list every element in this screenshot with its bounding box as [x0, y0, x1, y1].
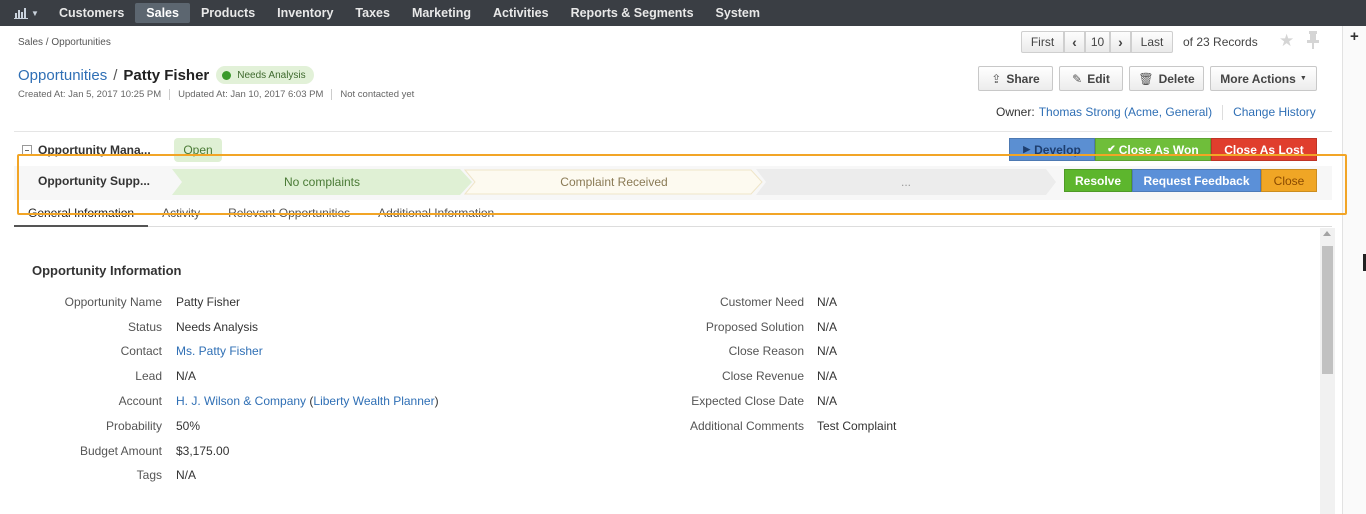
nav-reports-segments[interactable]: Reports & Segments [560, 3, 705, 23]
nav-activities[interactable]: Activities [482, 3, 560, 23]
last-record-button[interactable]: Last [1131, 31, 1173, 53]
field-label: Additional Comments [689, 419, 804, 433]
field-label: Account [118, 394, 162, 408]
page-title: Opportunities / Patty Fisher Needs Analy… [18, 66, 314, 84]
chevron-right-icon: › [1118, 34, 1123, 50]
chevron-left-icon: ‹ [1072, 34, 1077, 50]
share-button-label: Share [1006, 71, 1040, 86]
field-label: Budget Amount [79, 444, 162, 458]
field-label: Probability [105, 419, 162, 433]
dashboard-menu[interactable]: ▼ [8, 0, 48, 26]
share-button[interactable]: ⇪ Share [978, 66, 1053, 91]
nav-inventory[interactable]: Inventory [266, 3, 344, 23]
nav-system[interactable]: System [705, 3, 771, 23]
field-value: $3,175.00 [176, 444, 230, 458]
field-value: Ms. Patty Fisher [176, 344, 263, 358]
field-value: N/A [817, 320, 838, 334]
created-at: Created At: Jan 5, 2017 10:25 PM [18, 89, 162, 100]
delete-button[interactable]: 🗑 Delete [1129, 66, 1204, 91]
contact-link[interactable]: Ms. Patty Fisher [176, 344, 263, 358]
owner-link[interactable]: Thomas Strong (Acme, General) [1039, 105, 1212, 120]
field-value: N/A [817, 394, 838, 408]
next-record-button[interactable]: › [1110, 31, 1131, 53]
edit-icon: ✎ [1072, 71, 1083, 86]
change-history-link[interactable]: Change History [1233, 105, 1316, 120]
field-value: 50% [176, 419, 201, 433]
owner-divider [1222, 105, 1224, 120]
nav-marketing[interactable]: Marketing [401, 3, 482, 23]
pin-icon[interactable] [1306, 30, 1320, 50]
field-label: Contact [120, 344, 162, 358]
bar-chart-icon [14, 8, 28, 19]
scrollbar-thumb[interactable] [1322, 246, 1333, 374]
breadcrumb: Sales / Opportunities [18, 37, 111, 48]
owner-info: Owner: Thomas Strong (Acme, General) Cha… [996, 105, 1316, 120]
current-record-number[interactable]: 10 [1085, 31, 1110, 53]
caret-down-icon: ▼ [31, 8, 39, 18]
owner-label: Owner: [996, 105, 1035, 119]
title-separator: / [113, 66, 118, 84]
share-icon: ⇪ [991, 71, 1002, 86]
nav-taxes[interactable]: Taxes [344, 3, 401, 23]
contacted-status: Not contacted yet [340, 89, 415, 100]
field-label: Close Revenue [721, 369, 804, 383]
opportunities-link[interactable]: Opportunities [18, 67, 107, 84]
field-value: N/A [817, 344, 838, 358]
field-value: Needs Analysis [176, 320, 259, 334]
field-label: Lead [135, 369, 162, 383]
edit-button-label: Edit [1087, 71, 1110, 86]
field-label: Status [127, 320, 162, 334]
record-count: of 23 Records [1183, 35, 1258, 49]
header-divider [14, 131, 1332, 132]
account-parent-link[interactable]: Liberty Wealth Planner [313, 394, 434, 408]
field-label: Tags [136, 468, 162, 482]
plus-icon[interactable]: + [1350, 28, 1359, 45]
edit-button[interactable]: ✎ Edit [1059, 66, 1123, 91]
meta-divider [331, 89, 333, 100]
trash-icon: 🗑 [1138, 71, 1154, 86]
meta-divider [169, 89, 171, 100]
first-record-button[interactable]: First [1021, 31, 1064, 53]
field-value: N/A [176, 369, 197, 383]
nav-sales[interactable]: Sales [135, 3, 190, 23]
more-actions-button[interactable]: More Actions ▼ [1210, 66, 1317, 91]
delete-button-label: Delete [1158, 71, 1195, 86]
field-value: H. J. Wilson & Company (Liberty Wealth P… [176, 394, 439, 408]
more-actions-label: More Actions [1220, 71, 1296, 86]
record-name: Patty Fisher [123, 66, 210, 84]
field-label: Proposed Solution [705, 320, 804, 334]
field-label: Expected Close Date [691, 394, 804, 408]
record-meta: Created At: Jan 5, 2017 10:25 PM Updated… [18, 89, 414, 100]
caret-down-icon: ▼ [1299, 75, 1307, 82]
updated-at: Updated At: Jan 10, 2017 6:03 PM [178, 89, 324, 100]
nav-customers[interactable]: Customers [48, 3, 135, 23]
field-label: Customer Need [719, 295, 804, 309]
nav-products[interactable]: Products [190, 3, 266, 23]
field-label: Opportunity Name [64, 295, 162, 309]
section-title: Opportunity Information [32, 263, 182, 278]
field-label: Close Reason [728, 344, 804, 358]
scroll-up-arrow-icon[interactable] [1323, 231, 1331, 236]
highlight-frame [17, 154, 1347, 215]
field-value: N/A [817, 369, 838, 383]
top-navigation: ▼ Customers Sales Products Inventory Tax… [0, 0, 1366, 26]
previous-record-button[interactable]: ‹ [1064, 31, 1085, 53]
record-pager: First ‹ 10 › Last of 23 Records [1021, 31, 1258, 53]
status-badge-label: Needs Analysis [237, 69, 306, 81]
star-icon[interactable]: ★ [1279, 31, 1294, 51]
status-badge: Needs Analysis [216, 66, 314, 84]
field-value: Test Complaint [817, 419, 897, 433]
account-link[interactable]: H. J. Wilson & Company [176, 394, 306, 408]
status-dot-icon [222, 70, 232, 80]
field-value: N/A [817, 295, 838, 309]
field-value: N/A [176, 468, 197, 482]
record-actions: ⇪ Share ✎ Edit 🗑 Delete More Actions ▼ [978, 66, 1323, 91]
field-value: Patty Fisher [176, 295, 241, 309]
paren-close: ) [434, 394, 439, 408]
